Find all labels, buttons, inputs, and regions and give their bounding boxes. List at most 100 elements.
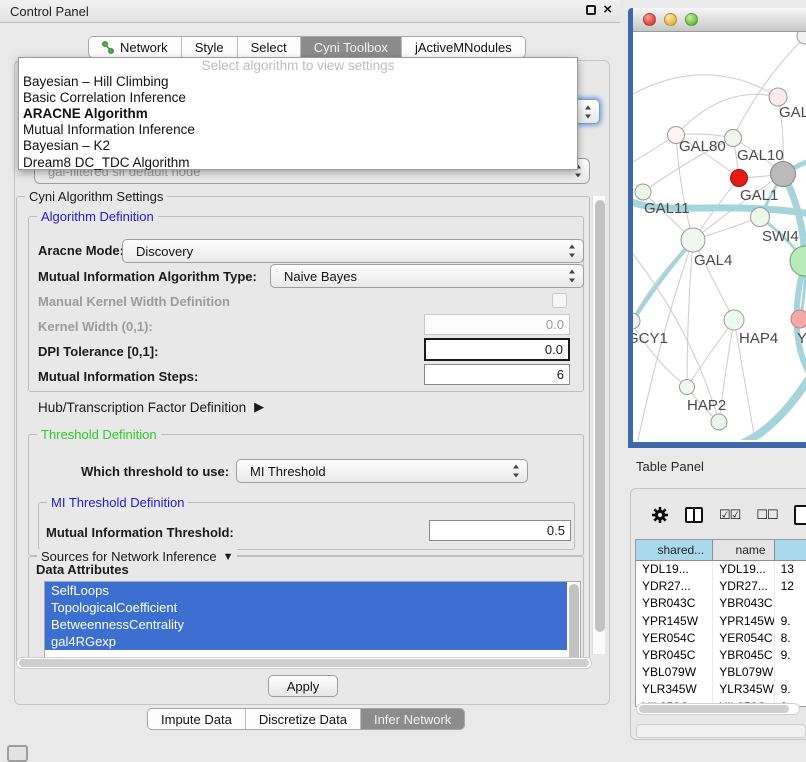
screen: { "window": { "title": "Control Panel" }… [0,0,806,762]
aracne-mode-value: Discovery [136,244,193,259]
which-threshold-label: Which threshold to use: [81,464,229,479]
node-label: GAL [779,104,806,121]
network-window-titlebar[interactable] [633,8,806,32]
attribute-item-selected[interactable]: BetweennessCentrality [45,616,568,633]
mi-threshold-field[interactable]: 0.5 [429,520,571,541]
select-all-checks-icon[interactable]: ☑☑ [719,507,740,523]
node-label: GCY1 [633,330,668,347]
data-attributes-list: SelfLoops TopologicalCoefficient Between… [44,581,581,668]
node-label: HAP2 [687,397,726,414]
document-icon[interactable] [794,505,806,525]
manual-kernel-label: Manual Kernel Width Definition [38,294,230,309]
dpi-tolerance-label: DPI Tolerance [0,1]: [38,344,158,359]
tab-network[interactable]: Network [89,37,182,57]
tab-infer-network[interactable]: Infer Network [361,709,464,729]
aracne-mode-combobox[interactable]: Discovery [122,239,584,263]
node-Y[interactable] [791,310,806,328]
combo-stepper-icon [569,270,576,283]
mi-threshold-label: Mutual Information Threshold: [46,525,234,540]
algorithm-option-selected[interactable]: ARACNE Algorithm [19,106,577,122]
node-table: shared... name YDL19... YDL19... 13 YDR2… [635,539,806,707]
mi-steps-label: Mutual Information Steps: [38,369,198,384]
tab-cyni-toolbox[interactable]: Cyni Toolbox [301,37,402,57]
node-label: GAL11 [644,200,690,217]
attribute-item-selected[interactable]: TopologicalCoefficient [45,599,568,616]
table-horizontal-scrollbar[interactable] [636,703,800,715]
network-view-window[interactable]: GAL GAL80 GAL10 GAL1 GAL11 SWI4 GAL4 GCY… [628,8,806,448]
attribute-list-scrollbar[interactable] [567,582,580,668]
algorithm-option[interactable]: Mutual Information Inference [19,122,577,138]
settings-scroll-viewport: Cyni Algorithm Settings Algorithm Defini… [15,190,607,668]
tab-network-label: Network [120,40,168,55]
network-graph: GAL GAL80 GAL10 GAL1 GAL11 SWI4 GAL4 GCY… [633,32,806,440]
settings-horizontal-scrollbar[interactable] [16,657,592,669]
table-row[interactable]: YDR27... YDR27... 12 [636,578,806,595]
kernel-width-label: Kernel Width (0,1): [38,319,153,334]
dpi-tolerance-field[interactable]: 0.0 [424,338,570,361]
apply-button[interactable]: Apply [268,675,338,697]
table-row[interactable]: YBL079W YBL079W [636,664,806,681]
table-row[interactable]: YLR345W YLR345W 9. [636,681,806,698]
node-GCY1[interactable] [633,313,640,329]
gear-icon[interactable] [651,506,669,524]
mi-steps-field[interactable]: 6 [424,364,570,385]
node-gray[interactable] [771,162,796,187]
settings-vertical-scrollbar[interactable] [592,196,605,654]
control-panel-tabbar: Network Style Select Cyni Toolbox jActiv… [88,36,526,58]
network-canvas[interactable]: GAL GAL80 GAL10 GAL1 GAL11 SWI4 GAL4 GCY… [633,32,806,440]
close-panel-icon[interactable]: × [603,4,612,16]
window-minimize-icon[interactable] [664,13,677,26]
node-unlabeled[interactable] [797,32,806,44]
column-header-extra[interactable] [775,540,806,560]
tab-select[interactable]: Select [238,37,301,57]
node-GAL10[interactable] [725,130,742,147]
mi-type-combobox[interactable]: Naive Bayes [270,264,584,288]
collapse-down-icon: ▼ [223,551,234,563]
network-node-labels: GAL GAL80 GAL10 GAL1 GAL11 SWI4 GAL4 GCY… [633,104,806,414]
kernel-width-field[interactable]: 0.0 [424,314,570,335]
apply-button-label: Apply [287,679,320,694]
node-green-large[interactable] [790,246,806,276]
table-row[interactable]: YBR045C YBR045C 9. [636,647,806,664]
table-row[interactable]: YDL19... YDL19... 13 [636,561,806,578]
node-SWI4[interactable] [751,208,770,227]
table-row[interactable]: YER054C YER054C 8. [636,630,806,647]
tab-style[interactable]: Style [182,37,238,57]
deselect-all-checks-icon[interactable]: ☐☐ [756,507,777,523]
tab-discretize-data[interactable]: Discretize Data [246,709,361,729]
column-header-shared[interactable]: shared... [636,540,713,560]
algorithm-option[interactable]: Bayesian – K2 [19,138,577,154]
attribute-item-selected[interactable]: SelfLoops [45,582,568,599]
algorithm-dropdown-list: Select algorithm to view settings Bayesi… [18,57,578,170]
algorithm-dropdown-placeholder: Select algorithm to view settings [19,58,577,74]
split-columns-icon[interactable] [685,507,703,523]
node-GAL4[interactable] [681,228,705,252]
manual-kernel-checkbox[interactable] [552,293,567,308]
corner-mini-button[interactable] [7,745,28,762]
float-panel-icon[interactable] [586,5,596,15]
tab-jactivemnodules[interactable]: jActiveMNodules [402,37,525,57]
column-header-name[interactable]: name [713,540,774,560]
mi-type-label: Mutual Information Algorithm Type: [38,269,257,284]
window-zoom-icon[interactable] [685,13,698,26]
mi-threshold-value: 0.5 [547,523,565,538]
node-partial[interactable] [711,414,727,430]
which-threshold-combobox[interactable]: MI Threshold [236,459,528,483]
hub-definition-label: Hub/Transcription Factor Definition [38,400,246,415]
table-row[interactable]: YBR043C YBR043C [636,595,806,612]
combo-stepper-icon [569,245,576,258]
algorithm-option[interactable]: Basic Correlation Inference [19,90,577,106]
algorithm-option[interactable]: Dream8 DC_TDC Algorithm [19,155,577,171]
attribute-item-selected[interactable]: gal4RGexp [45,633,568,650]
network-icon [102,41,115,54]
table-row[interactable]: YPR145W YPR145W 9. [636,613,806,630]
table-panel-title: Table Panel [636,459,704,474]
node-GAL11[interactable] [635,184,651,200]
node-HAP2[interactable] [680,380,695,395]
hub-definition-expander[interactable]: Hub/Transcription Factor Definition ▶ [38,399,264,415]
node-HAP4[interactable] [724,310,744,330]
algorithm-option[interactable]: Bayesian – Hill Climbing [19,74,577,90]
node-GAL1[interactable] [731,170,748,187]
tab-impute-data[interactable]: Impute Data [148,709,246,729]
window-close-icon[interactable] [643,13,656,26]
